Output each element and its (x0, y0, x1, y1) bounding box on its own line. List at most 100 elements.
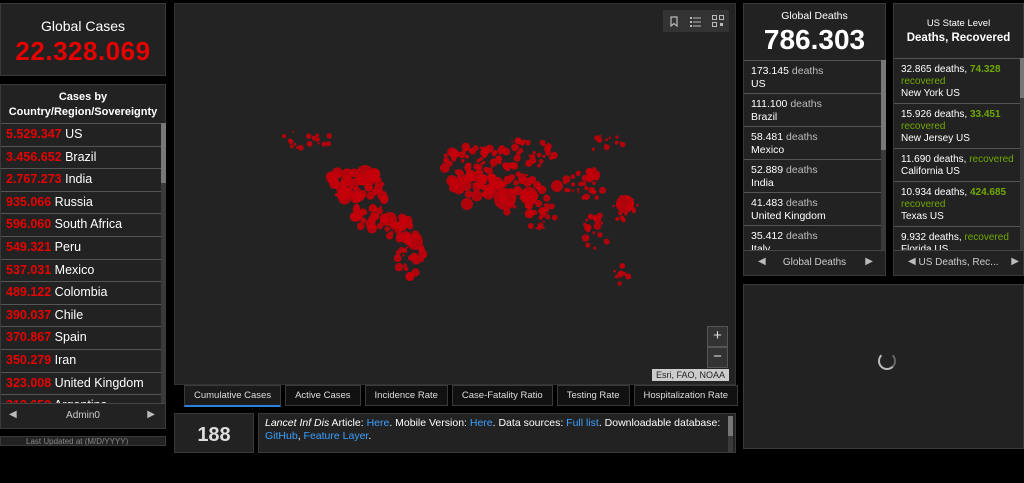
case-bubble[interactable] (419, 257, 425, 263)
case-bubble[interactable] (503, 151, 507, 154)
list-item[interactable]: 596.060 South Africa (1, 213, 161, 236)
case-bubble[interactable] (458, 151, 466, 159)
case-bubble[interactable] (594, 214, 597, 218)
case-bubble[interactable] (292, 130, 295, 133)
deaths-list[interactable]: 173.145 deaths US 111.100 deaths Brazil 58… (744, 60, 881, 255)
case-bubble-map[interactable] (175, 4, 735, 384)
case-bubble[interactable] (597, 212, 603, 219)
case-bubble[interactable] (570, 182, 576, 187)
next-arrow-icon[interactable]: ▶ (1011, 256, 1019, 267)
case-bubble[interactable] (591, 147, 596, 151)
github-link[interactable]: GitHub (265, 430, 298, 442)
case-bubble[interactable] (529, 156, 537, 164)
case-bubble[interactable] (616, 195, 634, 213)
case-bubble[interactable] (466, 174, 469, 177)
case-bubble[interactable] (363, 210, 368, 215)
case-bubble[interactable] (461, 142, 471, 152)
case-bubble[interactable] (375, 176, 382, 184)
case-bubble[interactable] (325, 141, 332, 147)
list-item[interactable]: 52.889 deaths India (744, 159, 881, 192)
case-bubble[interactable] (341, 185, 348, 192)
list-item[interactable]: 41.483 deaths United Kingdom (744, 192, 881, 225)
case-bubble[interactable] (520, 187, 538, 205)
case-bubble[interactable] (536, 152, 542, 158)
case-bubble[interactable] (542, 220, 545, 223)
case-bubble[interactable] (584, 224, 587, 227)
case-bubble[interactable] (364, 183, 373, 192)
case-bubble[interactable] (459, 190, 463, 194)
case-bubble[interactable] (500, 181, 507, 188)
case-bubble[interactable] (485, 144, 494, 153)
case-bubble[interactable] (321, 141, 327, 147)
case-bubble[interactable] (482, 160, 486, 165)
case-bubble[interactable] (419, 248, 424, 253)
case-bubble[interactable] (585, 242, 591, 248)
case-bubble[interactable] (513, 180, 519, 186)
tab-case-fatality-ratio[interactable]: Case-Fatality Ratio (451, 385, 553, 406)
case-bubble[interactable] (329, 179, 339, 190)
case-bubble[interactable] (551, 214, 558, 221)
case-bubble[interactable] (550, 151, 558, 160)
case-bubble[interactable] (586, 228, 591, 233)
case-bubble[interactable] (576, 170, 581, 175)
case-bubble[interactable] (593, 246, 597, 250)
case-bubble[interactable] (585, 167, 594, 176)
case-bubble[interactable] (584, 185, 589, 191)
case-bubble[interactable] (407, 234, 423, 250)
case-bubble[interactable] (542, 154, 546, 158)
scrollbar-thumb[interactable] (728, 416, 733, 436)
case-bubble[interactable] (596, 136, 603, 143)
list-item[interactable]: 3.456.652 Brazil (1, 145, 161, 169)
case-bubble[interactable] (326, 133, 333, 139)
list-item[interactable]: 350.279 Iran (1, 348, 161, 372)
list-item[interactable]: 549.321 Peru (1, 235, 161, 259)
tab-active-cases[interactable]: Active Cases (285, 385, 361, 406)
case-bubble[interactable] (409, 220, 413, 224)
case-bubble[interactable] (422, 253, 426, 258)
case-bubble[interactable] (343, 168, 347, 172)
case-bubble[interactable] (531, 209, 538, 216)
tab-hospitalization-rate[interactable]: Hospitalization Rate (633, 385, 738, 406)
case-bubble[interactable] (614, 275, 619, 279)
case-bubble[interactable] (600, 221, 604, 225)
case-bubble[interactable] (546, 211, 549, 215)
case-bubble[interactable] (620, 263, 625, 268)
case-bubble[interactable] (536, 184, 543, 191)
case-bubble[interactable] (543, 194, 551, 202)
country-list[interactable]: 5.529.347 US 3.456.652 Brazil 2.767.273 … (1, 123, 161, 483)
feature-layer-link[interactable]: Feature Layer (304, 430, 369, 442)
case-bubble[interactable] (618, 270, 624, 276)
case-bubble[interactable] (619, 215, 625, 221)
case-bubble[interactable] (475, 177, 486, 188)
case-bubble[interactable] (578, 181, 584, 187)
case-bubble[interactable] (545, 214, 551, 220)
list-item[interactable]: 390.037 Chile (1, 303, 161, 327)
case-bubble[interactable] (511, 140, 514, 143)
case-bubble[interactable] (581, 234, 590, 242)
case-bubble[interactable] (367, 223, 377, 234)
case-bubble[interactable] (593, 222, 602, 230)
qr-code-icon[interactable] (707, 10, 729, 32)
case-bubble[interactable] (615, 135, 619, 139)
scrollbar-thumb[interactable] (1020, 58, 1024, 98)
case-bubble[interactable] (604, 144, 607, 147)
case-bubble[interactable] (599, 186, 607, 194)
case-bubble[interactable] (513, 187, 518, 193)
case-bubble[interactable] (619, 141, 623, 145)
case-bubble[interactable] (597, 232, 603, 238)
case-bubble[interactable] (563, 180, 567, 185)
case-bubble[interactable] (350, 171, 355, 176)
case-bubble[interactable] (305, 133, 312, 139)
case-bubble[interactable] (317, 142, 320, 145)
case-bubble[interactable] (608, 136, 612, 140)
scrollbar-thumb[interactable] (881, 60, 886, 150)
case-bubble[interactable] (338, 192, 351, 205)
case-bubble[interactable] (394, 262, 404, 272)
case-bubble[interactable] (393, 254, 402, 263)
info-scrollbar[interactable] (728, 416, 733, 452)
us-state-list[interactable]: 32.865 deaths, 74.328 recovered New York U… (894, 58, 1020, 255)
list-item[interactable]: 15.926 deaths, 33.451 recovered New Jersey… (894, 103, 1020, 148)
case-bubble[interactable] (612, 205, 615, 208)
case-bubble[interactable] (541, 211, 545, 215)
tab-incidence-rate[interactable]: Incidence Rate (364, 385, 448, 406)
